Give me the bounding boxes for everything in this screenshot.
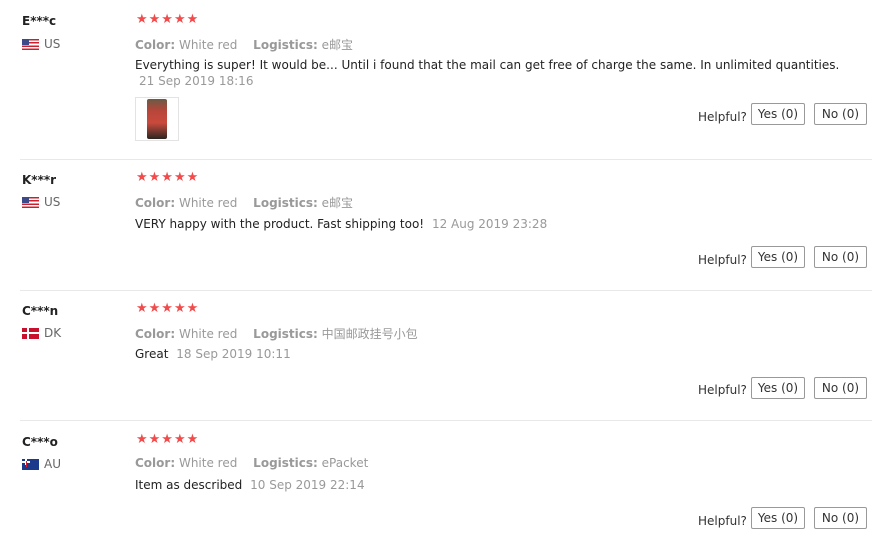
- review-text: Everything is super! It would be... Unti…: [135, 58, 840, 72]
- review-attributes: Color: White red Logistics: ePacket: [135, 456, 368, 470]
- reviewer-country: US: [22, 195, 60, 209]
- country-code: US: [44, 195, 61, 209]
- color-value: White red: [178, 456, 238, 470]
- color-label: Color:: [135, 456, 176, 470]
- review-photo-thumbnail[interactable]: [135, 97, 179, 141]
- product-photo: [147, 99, 167, 139]
- review-date: 10 Sep 2019 22:14: [250, 478, 365, 492]
- helpful-no-button[interactable]: No (0): [814, 246, 867, 268]
- dk-flag-icon: [22, 327, 39, 339]
- helpful-no-button[interactable]: No (0): [814, 103, 867, 125]
- color-label: Color:: [135, 38, 176, 52]
- logistics-label: Logistics:: [253, 196, 318, 210]
- review-attributes: Color: White red Logistics: e邮宝: [135, 36, 353, 53]
- review-text: Great: [135, 347, 169, 361]
- reviewer-name: C***o: [22, 435, 58, 449]
- helpful-label: Helpful?: [698, 253, 747, 267]
- review-text: Item as described: [135, 478, 243, 492]
- helpful-yes-button[interactable]: Yes (0): [751, 377, 805, 399]
- star-rating: ★★★★★: [136, 432, 200, 447]
- logistics-label: Logistics:: [253, 456, 318, 470]
- country-code: AU: [44, 457, 61, 471]
- star-rating: ★★★★★: [136, 170, 200, 185]
- logistics-label: Logistics:: [253, 327, 318, 341]
- review-content: VERY happy with the product. Fast shippi…: [135, 217, 547, 231]
- logistics-label: Logistics:: [253, 38, 318, 52]
- review-content: Great 18 Sep 2019 10:11: [135, 347, 291, 361]
- helpful-yes-button[interactable]: Yes (0): [751, 246, 805, 268]
- reviewer-country: AU: [22, 457, 61, 471]
- review-date: 18 Sep 2019 10:11: [176, 347, 291, 361]
- au-flag-icon: [22, 458, 39, 470]
- color-label: Color:: [135, 327, 176, 341]
- reviewer-name: K***r: [22, 173, 57, 187]
- helpful-label: Helpful?: [698, 110, 747, 124]
- helpful-no-button[interactable]: No (0): [814, 507, 867, 529]
- review-divider: [20, 159, 872, 160]
- color-value: White red: [178, 38, 238, 52]
- reviewer-name: E***c: [22, 14, 57, 28]
- reviewer-country: DK: [22, 326, 61, 340]
- us-flag-icon: [22, 38, 39, 50]
- color-label: Color:: [135, 196, 176, 210]
- us-flag-icon: [22, 196, 39, 208]
- helpful-yes-button[interactable]: Yes (0): [751, 103, 805, 125]
- helpful-no-button[interactable]: No (0): [814, 377, 867, 399]
- review-content: Item as described 10 Sep 2019 22:14: [135, 478, 365, 492]
- logistics-value: ePacket: [321, 456, 369, 470]
- country-code: US: [44, 37, 61, 51]
- helpful-yes-button[interactable]: Yes (0): [751, 507, 805, 529]
- logistics-value: e邮宝: [321, 196, 354, 210]
- star-rating: ★★★★★: [136, 12, 200, 27]
- review-attributes: Color: White red Logistics: e邮宝: [135, 194, 353, 211]
- helpful-label: Helpful?: [698, 383, 747, 397]
- color-value: White red: [178, 327, 238, 341]
- review-attributes: Color: White red Logistics: 中国邮政挂号小包: [135, 325, 418, 342]
- reviewer-name: C***n: [22, 304, 59, 318]
- star-rating: ★★★★★: [136, 301, 200, 316]
- review-date: 12 Aug 2019 23:28: [431, 217, 548, 231]
- logistics-value: e邮宝: [321, 38, 354, 52]
- logistics-value: 中国邮政挂号小包: [321, 327, 418, 341]
- review-date: 21 Sep 2019 18:16: [139, 74, 254, 88]
- color-value: White red: [178, 196, 238, 210]
- review-divider: [20, 290, 872, 291]
- review-text: VERY happy with the product. Fast shippi…: [135, 217, 425, 231]
- review-divider: [20, 420, 872, 421]
- reviewer-country: US: [22, 37, 60, 51]
- country-code: DK: [44, 326, 62, 340]
- helpful-label: Helpful?: [698, 514, 747, 528]
